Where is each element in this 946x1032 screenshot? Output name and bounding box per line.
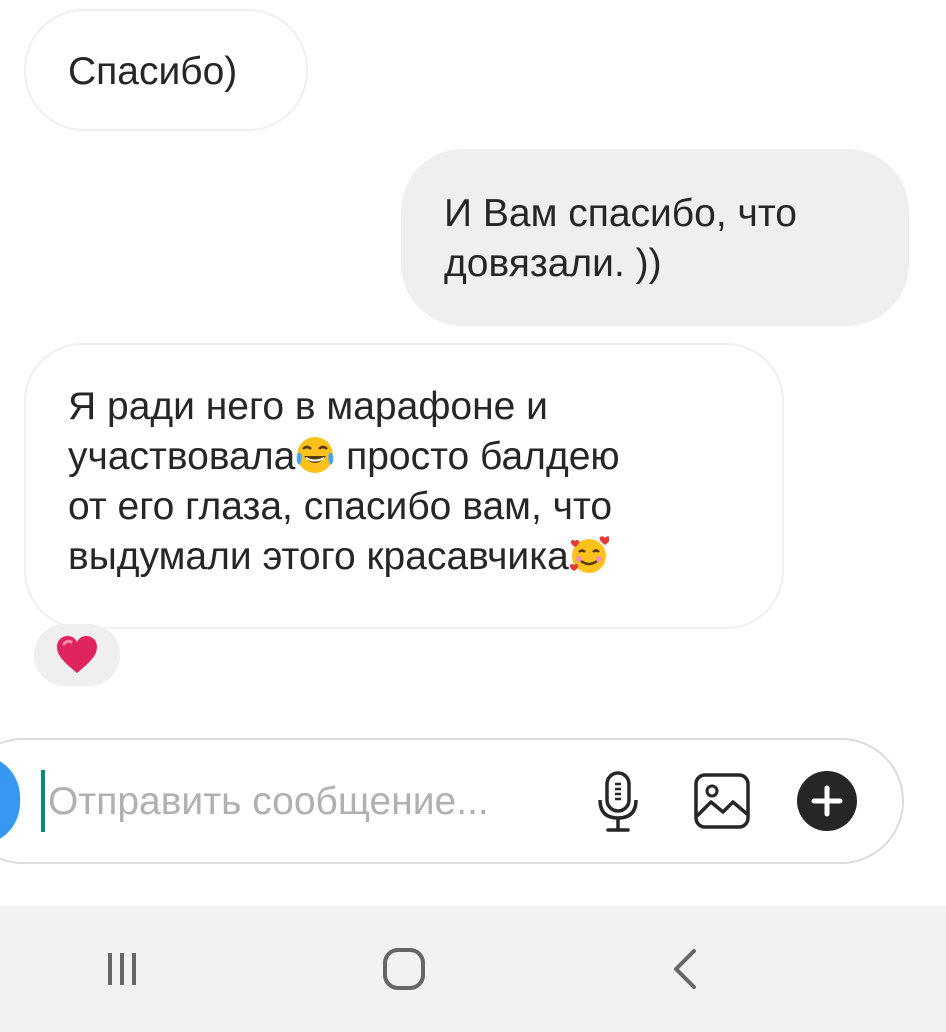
red-heart-icon: [57, 636, 97, 673]
chat-screen: Спасибо) И Вам спасибо, что довязали. ))…: [0, 0, 946, 1032]
back-icon: [674, 949, 696, 989]
system-navigation-bar: [0, 906, 946, 1032]
message-line: довязали. )): [444, 242, 662, 285]
message-text: Спасибо): [68, 50, 238, 93]
more-options-button[interactable]: [796, 770, 858, 832]
face-with-tears-of-joy-emoji: [296, 437, 334, 473]
voice-message-button[interactable]: [588, 766, 648, 838]
home-icon: [383, 948, 425, 990]
home-button[interactable]: [374, 942, 434, 996]
message-input[interactable]: [48, 772, 578, 832]
smiling-face-with-hearts-emoji: [569, 536, 609, 573]
text-cursor: [41, 770, 45, 832]
incoming-message-bubble[interactable]: Я ради него в марафоне и участвовала про…: [24, 343, 784, 629]
message-text: просто балдею: [335, 435, 620, 478]
incoming-message-bubble[interactable]: Спасибо): [24, 9, 308, 131]
recent-apps-button[interactable]: [92, 944, 152, 994]
recent-apps-icon: [108, 953, 136, 985]
message-text: выдумали этого красавчика: [68, 535, 569, 578]
gallery-icon: [694, 773, 750, 829]
outgoing-message-bubble[interactable]: И Вам спасибо, что довязали. )): [401, 149, 909, 326]
microphone-icon: [598, 771, 638, 832]
message-line: И Вам спасибо, что: [444, 192, 797, 235]
back-button[interactable]: [660, 944, 710, 994]
gallery-button[interactable]: [692, 770, 752, 832]
reaction-badge[interactable]: [34, 624, 120, 686]
message-text: участвовала: [68, 435, 296, 478]
message-line: от его глаза, спасибо вам, что: [68, 485, 613, 528]
plus-icon: [797, 771, 857, 831]
message-line: участвовала просто балдею: [68, 432, 782, 482]
message-line: Я ради него в марафоне и: [68, 385, 548, 428]
message-line: выдумали этого красавчика: [68, 532, 782, 582]
